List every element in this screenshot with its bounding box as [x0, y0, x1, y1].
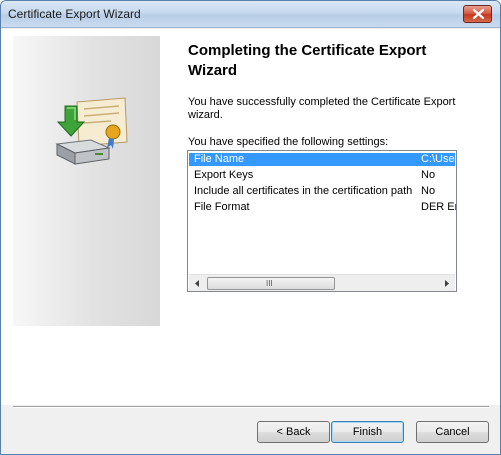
- arrow-right-icon[interactable]: [440, 277, 453, 290]
- settings-list[interactable]: File Name C:\Use Export Keys No Include …: [187, 150, 457, 292]
- setting-value: No: [421, 185, 436, 197]
- settings-row-export-keys[interactable]: Export Keys No: [189, 169, 455, 182]
- page-title: Completing the Certificate Export Wizard: [188, 42, 427, 79]
- setting-name: File Name: [194, 153, 245, 165]
- arrow-left-icon[interactable]: [191, 277, 204, 290]
- scrollbar-grip: III: [266, 279, 273, 288]
- wizard-window: Certificate Export Wizard Completing the…: [0, 0, 501, 455]
- settings-row-include-certificates[interactable]: Include all certificates in the certific…: [189, 185, 455, 198]
- scrollbar-thumb[interactable]: III: [207, 277, 335, 290]
- setting-value: DER En: [421, 201, 457, 213]
- close-icon: [473, 9, 484, 19]
- setting-name: Include all certificates in the certific…: [194, 185, 413, 197]
- finish-button[interactable]: Finish: [331, 421, 404, 443]
- wizard-side-panel: [13, 36, 160, 326]
- settings-label: You have specified the following setting…: [188, 136, 389, 148]
- settings-row-file-format[interactable]: File Format DER En: [189, 201, 457, 214]
- settings-row-file-name[interactable]: File Name C:\Use: [189, 153, 455, 166]
- setting-name: Export Keys: [194, 169, 254, 181]
- setting-value: No: [421, 169, 436, 181]
- window-title: Certificate Export Wizard: [8, 7, 141, 21]
- setting-name: File Format: [194, 201, 250, 213]
- title-bar[interactable]: Certificate Export Wizard: [1, 1, 500, 28]
- cancel-button[interactable]: Cancel: [416, 421, 489, 443]
- back-button[interactable]: < Back: [257, 421, 330, 443]
- wizard-content: Completing the Certificate Export Wizard…: [1, 29, 500, 405]
- horizontal-scrollbar[interactable]: III: [189, 274, 455, 291]
- completion-message: You have successfully completed the Cert…: [188, 96, 456, 121]
- button-separator: [13, 406, 489, 408]
- certificate-export-icon: [55, 97, 128, 165]
- close-button[interactable]: [463, 5, 492, 23]
- setting-value: C:\Use: [421, 153, 455, 165]
